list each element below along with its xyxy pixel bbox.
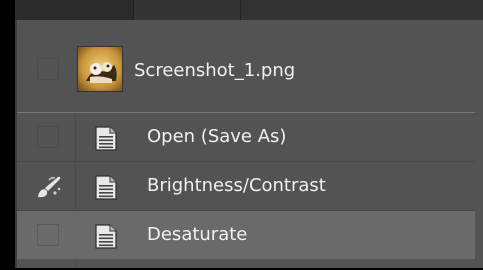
history-state-row[interactable]: Open (Save As) — [17, 113, 475, 162]
history-state-row[interactable]: Brightness/Contrast — [17, 162, 475, 211]
history-source-checkbox[interactable] — [37, 126, 59, 148]
history-state-label: Desaturate — [147, 224, 248, 245]
image-thumbnail-icon — [77, 46, 123, 92]
document-icon — [95, 175, 117, 200]
panel-tab[interactable] — [133, 0, 241, 20]
document-icon — [95, 126, 117, 151]
history-source-checkbox[interactable] — [37, 224, 59, 246]
document-icon — [95, 224, 117, 249]
panel-tab-bar — [15, 0, 483, 20]
history-state-row-selected[interactable]: Desaturate — [17, 211, 475, 259]
snapshot-label: Screenshot_1.png — [134, 60, 296, 81]
history-panel: Screenshot_1.png Open (Save As) Brightne… — [15, 20, 483, 268]
history-state-label: Open (Save As) — [147, 126, 287, 147]
snapshot-row[interactable]: Screenshot_1.png — [17, 20, 475, 113]
history-brush-source-icon[interactable] — [35, 174, 63, 200]
history-state-label: Brightness/Contrast — [147, 175, 326, 196]
panel-tab-bar-empty — [241, 0, 483, 20]
history-source-checkbox[interactable] — [37, 58, 59, 80]
